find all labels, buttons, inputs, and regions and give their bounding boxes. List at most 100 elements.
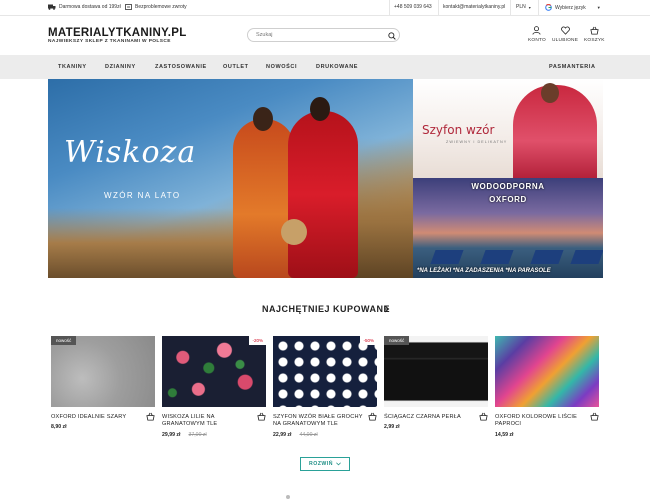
banner-subtitle: ZWIEWNY I DELIKATNY: [446, 140, 508, 144]
heart-icon: [560, 26, 570, 35]
caret-down-icon: ▼: [596, 5, 601, 10]
top-bar: Darmowa dostawa od 199zł Bezproblemowe z…: [0, 0, 650, 16]
hero-model-red: [288, 111, 358, 278]
site-logo[interactable]: MATERIALYTKANINY.PL: [48, 27, 187, 39]
banner-title: Szyfon wzór: [422, 123, 495, 137]
favorites-button[interactable]: ULUBIONE: [552, 26, 578, 43]
shipping-info: Darmowa dostawa od 199zł: [48, 4, 121, 10]
nav-item-tkaniny[interactable]: TKANINY: [58, 64, 87, 70]
nav-item-zastosowanie[interactable]: ZASTOSOWANIE: [155, 64, 207, 70]
currency-value: PLN: [516, 4, 526, 10]
price-current: 8,90 zł: [51, 424, 67, 430]
hero-banner[interactable]: Wiskoza WZÓR NA LATO: [48, 79, 413, 278]
divider: [389, 0, 390, 16]
product-image[interactable]: -20%: [162, 336, 266, 407]
product-name[interactable]: ŚCIĄGACZ CZARNA PERŁA: [384, 414, 474, 421]
product-name[interactable]: OXFORD IDEALNIE SZARY: [51, 414, 141, 421]
banner-title: WODOODPORNA OXFORD: [413, 180, 603, 206]
add-to-cart-icon[interactable]: [479, 412, 488, 421]
banner-title-line2: OXFORD: [489, 195, 527, 204]
banner-title-line1: WODOODPORNA: [471, 182, 545, 191]
nav-item-outlet[interactable]: OUTLET: [223, 64, 249, 70]
scroll-indicator: [286, 495, 290, 499]
return-icon: [125, 4, 132, 10]
nav-item-dzianiny[interactable]: DZIANINY: [105, 64, 136, 70]
nav-item-drukowane[interactable]: DRUKOWANE: [316, 64, 358, 70]
user-icon: [532, 26, 541, 35]
nav-item-nowosci[interactable]: NOWOŚCI: [266, 64, 297, 70]
product-name[interactable]: WISKOZA LILIE NA GRANATOWYM TLE: [162, 414, 252, 428]
hero-model-head: [253, 107, 273, 131]
hero-subtitle: WZÓR NA LATO: [104, 191, 181, 200]
price-current: 22,99 zł: [273, 432, 292, 438]
site-tagline: NAJWIEKSZY SKLEP Z TKANINAMI W POLSCE: [48, 39, 171, 44]
chevron-down-icon: ▾: [528, 4, 531, 10]
chevron-right-icon[interactable]: [384, 305, 390, 313]
product-image[interactable]: nowość: [51, 336, 155, 407]
product-price: 14,59 zł: [495, 432, 513, 438]
product-card[interactable]: -50% SZYFON WZÓR BIAŁE GROCHY NA GRANATO…: [273, 336, 377, 438]
product-card[interactable]: -20% WISKOZA LILIE NA GRANATOWYM TLE 29,…: [162, 336, 266, 438]
add-to-cart-icon[interactable]: [146, 412, 155, 421]
product-image[interactable]: [495, 336, 599, 407]
product-card[interactable]: nowość ŚCIĄGACZ CZARNA PERŁA 2,99 zł: [384, 336, 488, 430]
favorites-label: ULUBIONE: [552, 38, 579, 43]
expand-button[interactable]: ROZWIŃ: [300, 457, 350, 471]
hero-bag: [281, 219, 307, 245]
nav-item-pasmanteria[interactable]: PASMANTERIA: [549, 64, 596, 70]
product-price: 22,99 zł 44,00 zł: [273, 432, 318, 438]
hero-model-orange: [233, 119, 295, 278]
promo-banner-oxford[interactable]: WODOODPORNA OXFORD *NA LEŻAKI *NA ZADASZ…: [413, 178, 603, 278]
search-icon: [387, 31, 396, 40]
returns-text: Bezproblemowe zwroty: [135, 4, 187, 10]
product-price: 2,99 zł: [384, 424, 400, 430]
returns-info: Bezproblemowe zwroty: [125, 4, 187, 10]
price-current: 29,99 zł: [162, 432, 181, 438]
divider: [538, 0, 539, 16]
basket-icon: [590, 26, 599, 35]
new-badge: nowość: [51, 336, 77, 345]
divider: [438, 0, 439, 16]
promo-banner-chiffon[interactable]: Szyfon wzór ZWIEWNY I DELIKATNY: [413, 79, 603, 178]
product-name[interactable]: SZYFON WZÓR BIAŁE GROCHY NA GRANATOWYM T…: [273, 414, 363, 428]
product-image[interactable]: -50%: [273, 336, 377, 407]
currency-select[interactable]: PLN ▾: [516, 4, 531, 10]
sale-badge: -50%: [360, 336, 377, 345]
add-to-cart-icon[interactable]: [257, 412, 266, 421]
language-text: Wybierz język: [555, 4, 586, 11]
deck-chair: [530, 250, 564, 264]
cart-label: KOSZYK: [584, 38, 605, 43]
sale-badge: -20%: [249, 336, 266, 345]
price-old: 44,00 zł: [299, 432, 318, 438]
product-card[interactable]: nowość OXFORD IDEALNIE SZARY 8,90 zł: [51, 336, 155, 430]
banner-model-head: [541, 83, 559, 103]
email-link[interactable]: kontakt@materialytkaniny.pl: [443, 4, 505, 10]
section-title[interactable]: NAJCHĘTNIEJ KUPOWANE: [262, 304, 390, 314]
phone-link[interactable]: +48 509 039 643: [394, 4, 432, 10]
deck-chair: [570, 250, 603, 264]
search-button[interactable]: [386, 30, 397, 41]
language-select[interactable]: Wybierz język ▼: [545, 4, 601, 11]
search-input[interactable]: [247, 28, 400, 42]
google-icon: [545, 4, 552, 11]
account-button[interactable]: KONTO: [528, 26, 546, 43]
product-card[interactable]: OXFORD KOLOROWE LIŚCIE PAPROCI 14,59 zł: [495, 336, 599, 438]
divider: [510, 0, 511, 16]
product-price: 29,99 zł 37,00 zł: [162, 432, 207, 438]
product-image[interactable]: nowość: [384, 336, 488, 407]
truck-icon: [48, 4, 56, 10]
cart-button[interactable]: KOSZYK: [584, 26, 605, 43]
email-text: kontakt@materialytkaniny.pl: [443, 4, 506, 10]
account-label: KONTO: [528, 38, 546, 43]
hero-title: Wiskoza: [64, 135, 197, 170]
new-badge: nowość: [384, 336, 410, 345]
product-name[interactable]: OXFORD KOLOROWE LIŚCIE PAPROCI: [495, 414, 585, 428]
add-to-cart-icon[interactable]: [368, 412, 377, 421]
expand-label: ROZWIŃ: [308, 461, 334, 467]
price-current: 2,99 zł: [384, 424, 400, 430]
shipping-text: Darmowa dostawa od 199zł: [59, 4, 121, 10]
deck-chair: [430, 250, 464, 264]
phone-text: +48 509 039 643: [394, 4, 432, 10]
add-to-cart-icon[interactable]: [590, 412, 599, 421]
deck-chair: [480, 250, 514, 264]
